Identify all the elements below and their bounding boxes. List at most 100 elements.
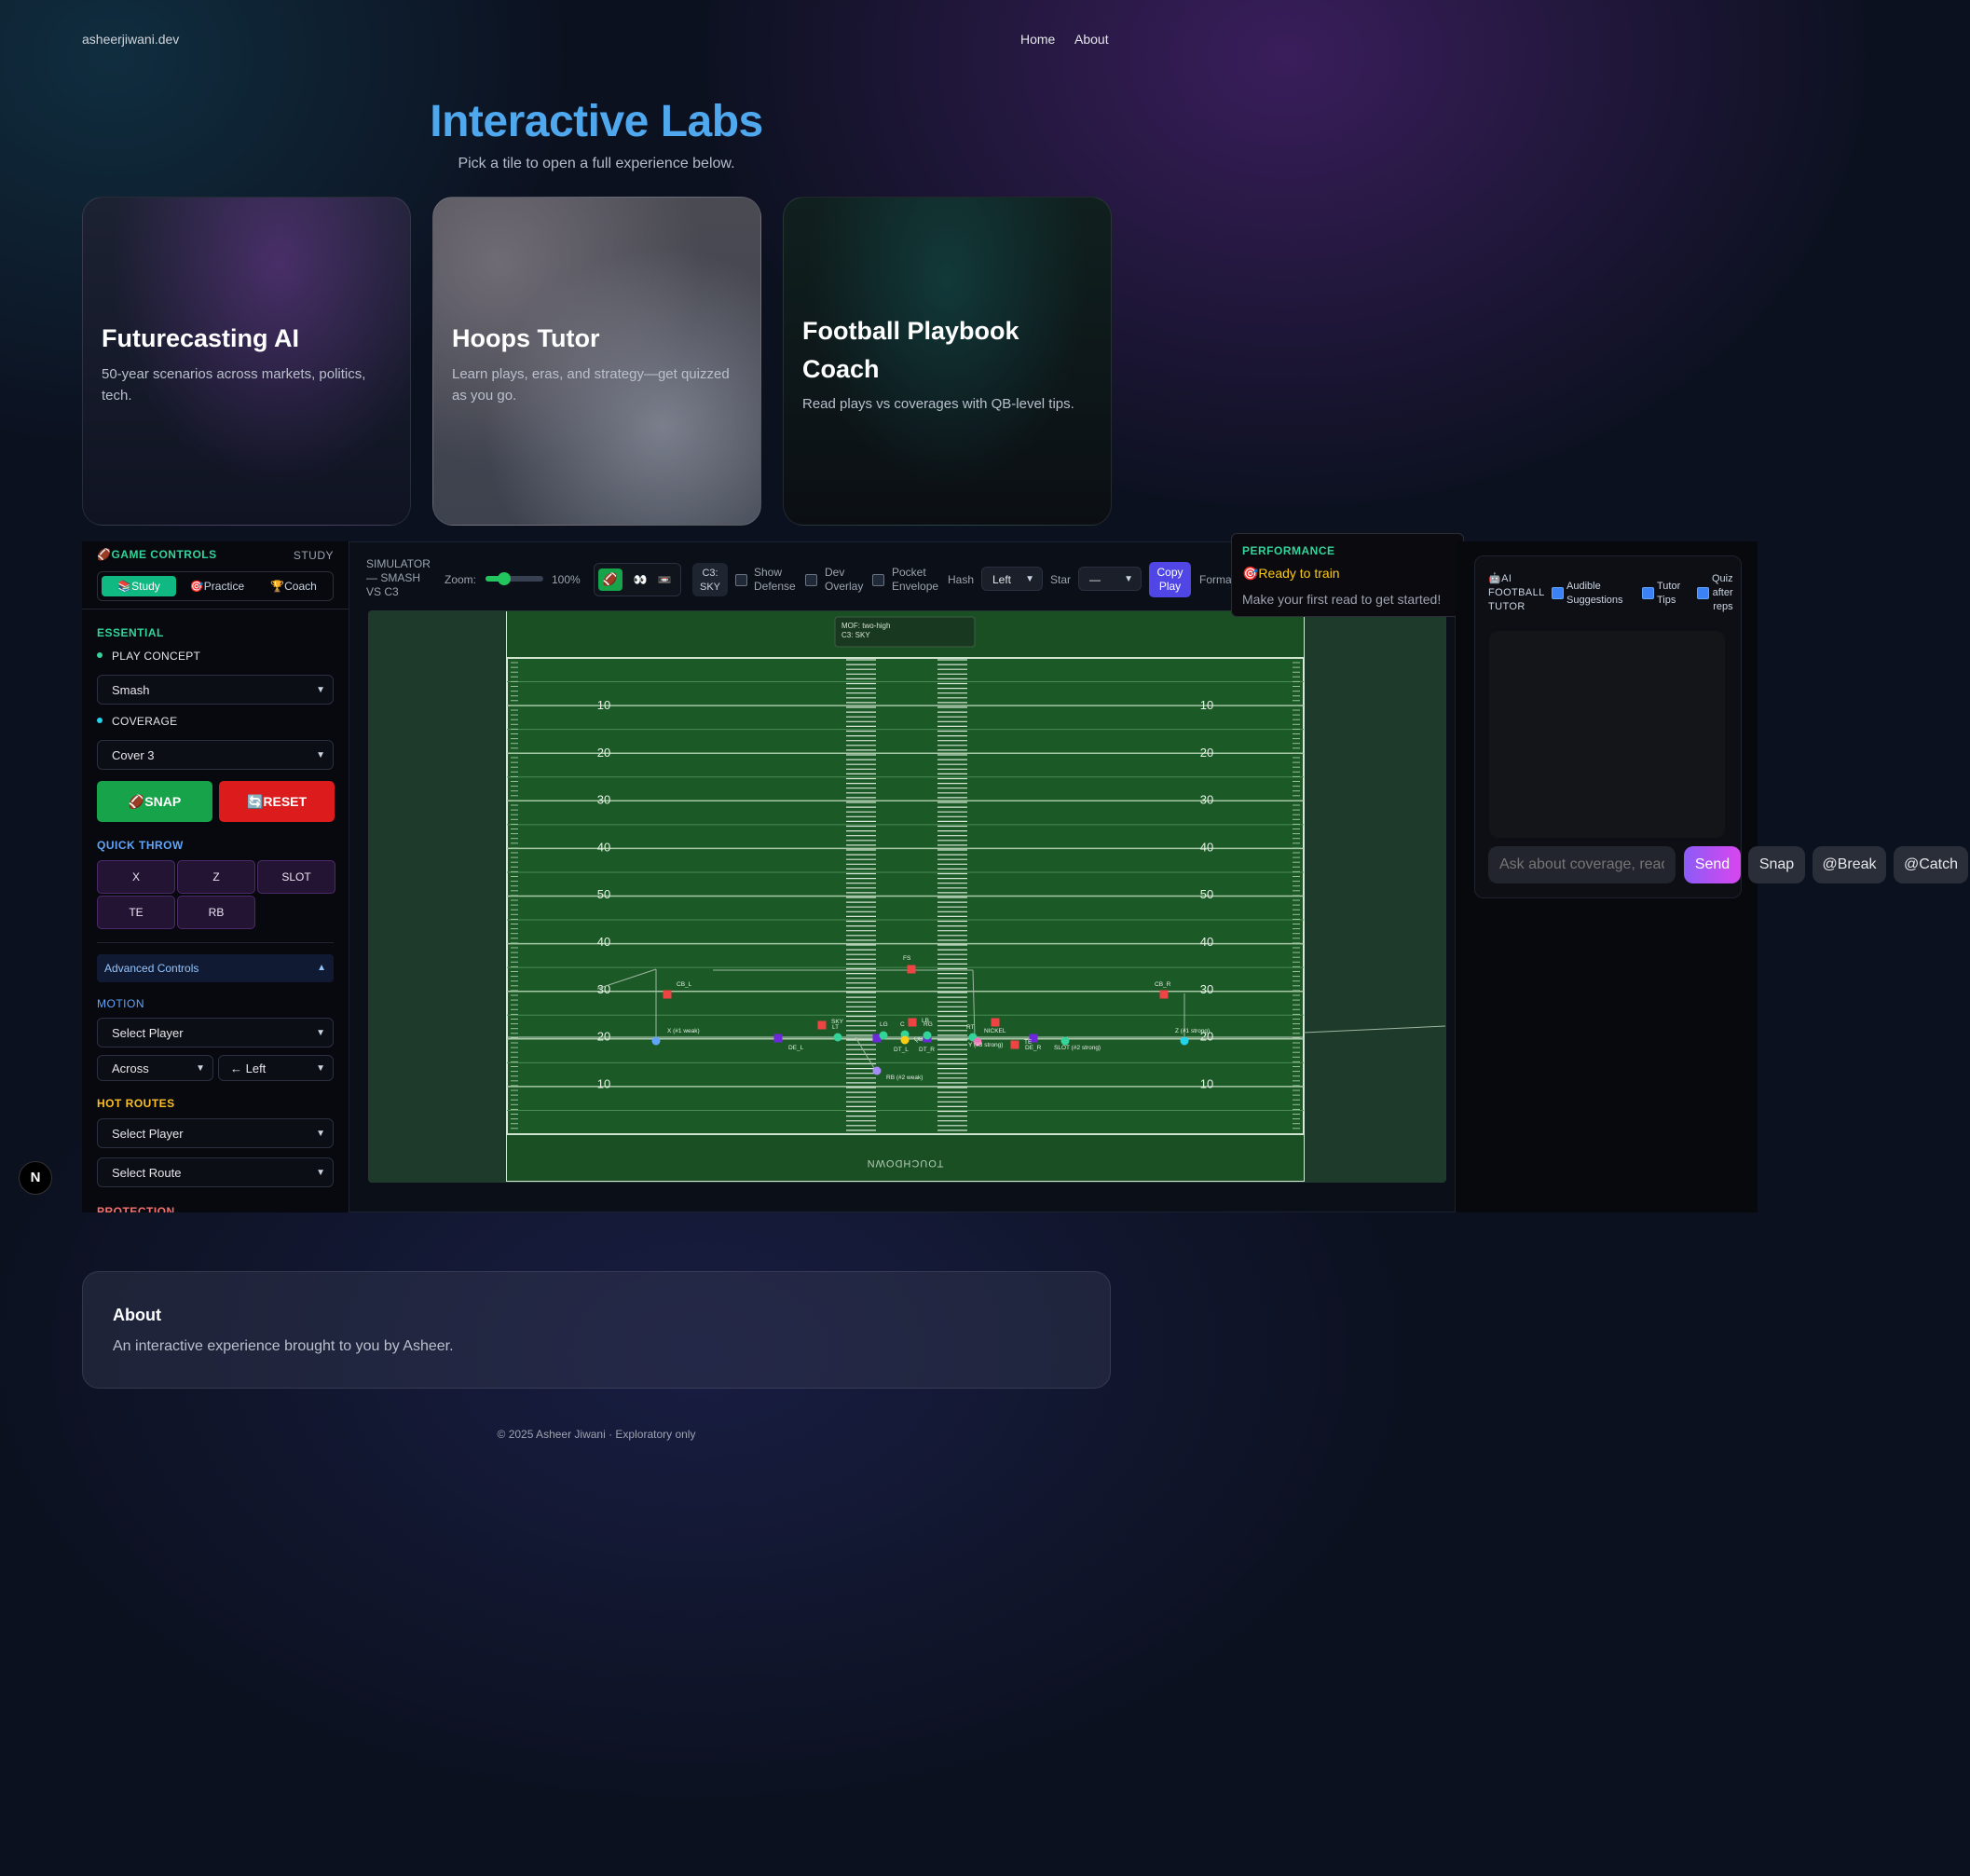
performance-status: 🎯Ready to train	[1242, 566, 1340, 581]
label-line: Tutor	[1657, 581, 1681, 592]
defender-marker	[773, 1034, 783, 1043]
yard-number: 40	[1200, 840, 1213, 854]
chevron-down-icon: ▼	[1025, 574, 1034, 584]
dev-overlay-checkbox[interactable]	[805, 574, 817, 586]
zoom-value: 100%	[552, 573, 581, 586]
snap-button[interactable]: 🏈SNAP	[97, 781, 212, 822]
mode-practice-tab[interactable]: 🎯Practice	[180, 576, 254, 596]
defender-marker	[908, 1018, 917, 1027]
player-label: RB (#2 weak)	[886, 1075, 923, 1081]
mode-coach-tab[interactable]: 🏆Coach	[258, 576, 329, 596]
reset-button[interactable]: 🔄RESET	[219, 781, 335, 822]
chevron-down-icon: ▼	[316, 685, 325, 695]
endzone-label: TOUCHDOWN	[867, 1157, 944, 1169]
play-concept-select[interactable]: Smash ▼	[97, 675, 334, 705]
tutor-tips-checkbox[interactable]	[1642, 587, 1654, 599]
throw-te-button[interactable]: TE	[97, 896, 175, 929]
advanced-controls-toggle[interactable]: Advanced Controls ▲	[97, 954, 334, 982]
tile-title-line1: Football Playbook	[802, 317, 1019, 345]
performance-message: Make your first read to get started!	[1242, 592, 1442, 607]
mode-study-tab[interactable]: 📚Study	[102, 576, 176, 596]
performance-card: PERFORMANCE 🎯Ready to train Make your fi…	[1231, 533, 1464, 617]
pocket-envelope-checkbox[interactable]	[872, 574, 884, 586]
button-line: Play	[1158, 580, 1182, 593]
mof-label: MOF: two-high	[841, 622, 890, 630]
yard-number: 20	[1200, 746, 1213, 760]
tutor-chat-input[interactable]	[1488, 846, 1676, 883]
tile-football-playbook[interactable]: Football Playbook Coach Read plays vs co…	[783, 197, 1112, 526]
motion-heading: MOTION	[97, 997, 144, 1010]
label-line: Suggestions	[1566, 595, 1623, 606]
coverage-tag: C3: SKY	[692, 563, 728, 596]
nav-home[interactable]: Home	[1020, 32, 1055, 47]
chevron-down-icon: ▼	[316, 1129, 325, 1139]
player-label: LB	[922, 1018, 929, 1024]
game-controls-title: 🏈GAME CONTROLS	[97, 548, 217, 561]
label-line: after	[1712, 587, 1733, 598]
player-label: SLOT (#2 strong)	[1054, 1045, 1101, 1051]
film-view-icon[interactable]: 📼	[654, 568, 675, 591]
show-defense-checkbox[interactable]	[735, 574, 747, 586]
divider	[97, 942, 334, 943]
offense-marker	[872, 1066, 882, 1075]
tile-hoops-tutor[interactable]: Hoops Tutor Learn plays, eras, and strat…	[432, 197, 761, 526]
tile-title-line2: Coach	[802, 355, 880, 383]
break-chip[interactable]: @Break	[1813, 846, 1886, 883]
star-label: Star	[1050, 573, 1072, 586]
mode-indicator: STUDY	[293, 549, 334, 562]
audible-suggestions-checkbox[interactable]	[1552, 587, 1564, 599]
defender-marker	[817, 1020, 827, 1030]
next-dev-badge[interactable]: N	[19, 1161, 52, 1195]
yard-number: 50	[1200, 887, 1213, 901]
chevron-up-icon: ▲	[317, 963, 326, 973]
dev-overlay-label: Dev Overlay	[825, 566, 863, 594]
hash-select[interactable]: Left ▼	[981, 567, 1043, 591]
throw-x-button[interactable]: X	[97, 860, 175, 894]
pocket-envelope-label: Pocket Envelope	[892, 566, 938, 594]
chevron-down-icon: ▼	[316, 1063, 325, 1074]
player-label: X (#1 weak)	[667, 1028, 700, 1034]
yard-number: 30	[1200, 982, 1213, 996]
yard-number: 20	[597, 746, 610, 760]
throw-rb-button[interactable]: RB	[177, 896, 255, 929]
hot-route-select[interactable]: Select Route ▼	[97, 1157, 334, 1187]
star-select[interactable]: — ▼	[1078, 567, 1142, 591]
yard-number: 10	[1200, 1076, 1213, 1090]
player-label: DE_R	[1025, 1045, 1042, 1051]
player-label: CB_R	[1155, 981, 1171, 988]
yard-number: 40	[597, 840, 610, 854]
send-button[interactable]: Send	[1684, 846, 1741, 883]
snap-chip[interactable]: Snap	[1748, 846, 1805, 883]
throw-z-button[interactable]: Z	[177, 860, 255, 894]
player-label: NICKEL	[984, 1028, 1006, 1034]
game-controls-panel: 🏈GAME CONTROLS STUDY 📚Study 🎯Practice 🏆C…	[82, 541, 349, 1212]
copy-play-button[interactable]: Copy Play	[1149, 562, 1191, 597]
football-view-icon[interactable]: 🏈	[598, 568, 622, 591]
hot-route-player-value: Select Player	[112, 1127, 184, 1141]
tile-title: Hoops Tutor	[452, 324, 600, 352]
quiz-checkbox[interactable]	[1697, 587, 1709, 599]
about-card: About An interactive experience brought …	[82, 1271, 1111, 1389]
hash-label: Hash	[948, 573, 975, 586]
motion-direction-select[interactable]: ← Left ▼	[218, 1055, 334, 1081]
status-dot	[97, 652, 103, 658]
chat-log[interactable]	[1489, 631, 1725, 838]
tile-futurecasting[interactable]: Futurecasting AI 50-year scenarios acros…	[82, 197, 411, 526]
motion-type-select[interactable]: Across ▼	[97, 1055, 213, 1081]
defender-marker	[991, 1018, 1000, 1027]
zoom-slider[interactable]	[486, 572, 543, 585]
formation-label: Forma	[1199, 573, 1232, 586]
about-title: About	[113, 1306, 161, 1324]
site-brand[interactable]: asheerjiwani.dev	[82, 32, 179, 47]
throw-slot-button[interactable]: SLOT	[257, 860, 335, 894]
label-line: Show	[754, 566, 783, 579]
hot-route-player-select[interactable]: Select Player ▼	[97, 1118, 334, 1148]
motion-player-select[interactable]: Select Player ▼	[97, 1018, 334, 1048]
catch-chip[interactable]: @Catch	[1894, 846, 1968, 883]
yard-number: 30	[597, 982, 610, 996]
zoom-slider-handle[interactable]	[498, 572, 512, 585]
coverage-select[interactable]: Cover 3 ▼	[97, 740, 334, 770]
eyes-view-icon[interactable]: 👀	[630, 568, 650, 591]
coverage-tag-line: C3:	[702, 568, 718, 579]
nav-about[interactable]: About	[1074, 32, 1109, 47]
